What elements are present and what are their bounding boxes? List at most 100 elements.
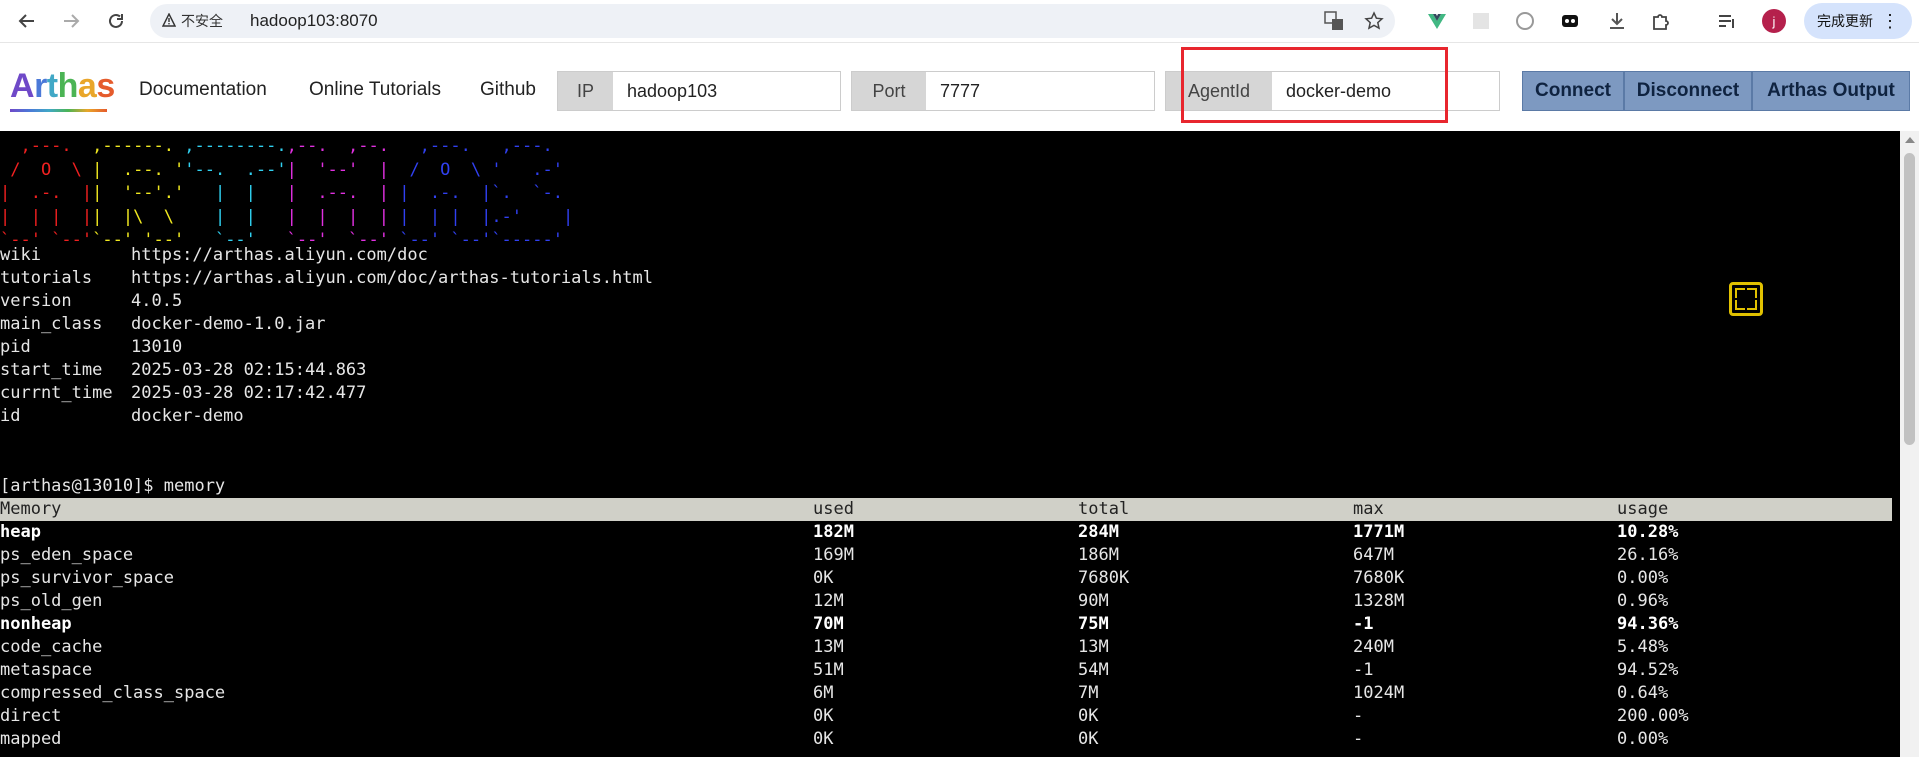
memory-cell-used: 182M: [813, 522, 854, 542]
extension-game-icon[interactable]: [1558, 9, 1582, 33]
nav-documentation[interactable]: Documentation: [139, 79, 267, 101]
col-usage: usage: [1617, 499, 1669, 519]
banner-value: https://arthas.aliyun.com/doc/arthas-tut…: [131, 268, 653, 288]
memory-cell-name: mapped: [0, 729, 62, 749]
memory-cell-name: ps_eden_space: [0, 545, 134, 565]
memory-cell-name: compressed_class_space: [0, 683, 226, 703]
logo-letter: t: [46, 67, 58, 105]
memory-cell-max: 1024M: [1353, 683, 1405, 703]
memory-cell-total: 75M: [1078, 614, 1109, 634]
memory-cell-name: nonheap: [0, 614, 72, 634]
memory-cell-used: 0K: [813, 729, 834, 749]
nav-github[interactable]: Github: [480, 79, 536, 101]
ip-label: IP: [558, 72, 613, 110]
arthas-ascii-banner: ,---. ,------. ,--------.,--. ,--. ,---.…: [0, 136, 574, 250]
col-total: total: [1078, 499, 1130, 519]
download-icon[interactable]: [1605, 9, 1629, 33]
memory-cell-total: 13M: [1078, 637, 1109, 657]
banner-key: version: [0, 291, 72, 311]
memory-table-header: Memory used total max usage: [0, 498, 1892, 521]
banner-key: tutorials: [0, 268, 93, 288]
col-used: used: [813, 499, 854, 519]
banner-key: pid: [0, 337, 31, 357]
memory-cell-usage: 0.00%: [1617, 568, 1669, 588]
memory-cell-name: heap: [0, 522, 41, 542]
banner-value: docker-demo: [131, 406, 244, 426]
memory-cell-max: 1328M: [1353, 591, 1405, 611]
memory-cell-max: 7680K: [1353, 568, 1405, 588]
memory-cell-total: 186M: [1078, 545, 1119, 565]
memory-cell-total: 54M: [1078, 660, 1109, 680]
memory-row: metaspace 51M 54M -1 94.52%: [0, 659, 1892, 682]
col-max: max: [1353, 499, 1384, 519]
scroll-thumb[interactable]: [1904, 153, 1915, 445]
bookmark-star-icon[interactable]: [1362, 9, 1386, 33]
logo-letter: a: [77, 67, 97, 105]
banner-value: docker-demo-1.0.jar: [131, 314, 326, 334]
extensions-puzzle-icon[interactable]: [1649, 9, 1673, 33]
memory-cell-max: 240M: [1353, 637, 1394, 657]
logo-letter: h: [57, 67, 79, 105]
warning-icon: [161, 11, 177, 30]
translate-icon[interactable]: [1322, 9, 1346, 33]
memory-cell-name: ps_old_gen: [0, 591, 103, 611]
command-prompt: [arthas@13010]$ memory: [0, 476, 226, 496]
arthas-output-button[interactable]: Arthas Output: [1752, 71, 1910, 111]
extension-grid-icon[interactable]: [1469, 9, 1493, 33]
profile-avatar[interactable]: j: [1762, 9, 1786, 33]
fullscreen-icon[interactable]: [1729, 282, 1763, 316]
memory-cell-total: 284M: [1078, 522, 1119, 542]
browser-toolbar: 不安全 hadoop103:8070 j 完成更新 ⋮: [0, 0, 1919, 43]
scroll-up-icon[interactable]: [1905, 137, 1915, 143]
more-vert-icon: ⋮: [1881, 10, 1899, 31]
terminal-scrollbar[interactable]: [1900, 131, 1919, 757]
port-label: Port: [852, 72, 926, 110]
memory-cell-max: 647M: [1353, 545, 1394, 565]
memory-cell-used: 51M: [813, 660, 844, 680]
banner-key: start_time: [0, 360, 103, 380]
reading-list-icon[interactable]: [1715, 9, 1739, 33]
memory-cell-total: 0K: [1078, 706, 1099, 726]
memory-cell-name: ps_survivor_space: [0, 568, 174, 588]
memory-cell-total: 0K: [1078, 729, 1099, 749]
security-indicator[interactable]: 不安全: [154, 8, 233, 34]
update-button[interactable]: 完成更新 ⋮: [1804, 3, 1912, 39]
memory-cell-max: -: [1353, 729, 1364, 749]
logo-letter: r: [34, 67, 47, 105]
address-bar[interactable]: 不安全 hadoop103:8070: [150, 4, 1395, 38]
memory-cell-max: -: [1353, 706, 1364, 726]
vue-devtools-icon[interactable]: [1425, 9, 1449, 33]
memory-row: ps_old_gen 12M 90M 1328M 0.96%: [0, 590, 1892, 613]
banner-key: wiki: [0, 245, 41, 265]
memory-row: heap 182M 284M 1771M 10.28%: [0, 521, 1892, 544]
disconnect-button[interactable]: Disconnect: [1624, 71, 1752, 111]
banner-value: 13010: [131, 337, 183, 357]
memory-cell-usage: 5.48%: [1617, 637, 1669, 657]
memory-cell-used: 70M: [813, 614, 844, 634]
memory-cell-usage: 94.36%: [1617, 614, 1679, 634]
nav-online-tutorials[interactable]: Online Tutorials: [309, 79, 441, 101]
memory-cell-usage: 94.52%: [1617, 660, 1679, 680]
memory-cell-max: -1: [1353, 660, 1374, 680]
memory-cell-name: code_cache: [0, 637, 103, 657]
port-input[interactable]: [926, 72, 1153, 110]
reload-icon[interactable]: [103, 8, 129, 34]
annotation-highlight-box: [1181, 47, 1448, 123]
memory-cell-usage: 0.00%: [1617, 729, 1669, 749]
url-text[interactable]: hadoop103:8070: [250, 4, 378, 38]
forward-arrow-icon[interactable]: [58, 8, 84, 34]
extension-blob-icon[interactable]: [1513, 9, 1537, 33]
terminal[interactable]: ,---. ,------. ,--------.,--. ,--. ,---.…: [0, 131, 1900, 757]
col-memory: Memory: [0, 499, 62, 519]
memory-cell-name: metaspace: [0, 660, 93, 680]
logo-letter: A: [10, 67, 35, 105]
arthas-logo[interactable]: Arthas: [10, 67, 115, 106]
connect-button[interactable]: Connect: [1522, 71, 1624, 111]
ip-input[interactable]: [613, 72, 839, 110]
security-label: 不安全: [181, 13, 223, 29]
memory-row: code_cache 13M 13M 240M 5.48%: [0, 636, 1892, 659]
back-arrow-icon[interactable]: [14, 8, 40, 34]
memory-row: ps_eden_space 169M 186M 647M 26.16%: [0, 544, 1892, 567]
banner-key: main_class: [0, 314, 103, 334]
memory-row: compressed_class_space 6M 7M 1024M 0.64%: [0, 682, 1892, 705]
